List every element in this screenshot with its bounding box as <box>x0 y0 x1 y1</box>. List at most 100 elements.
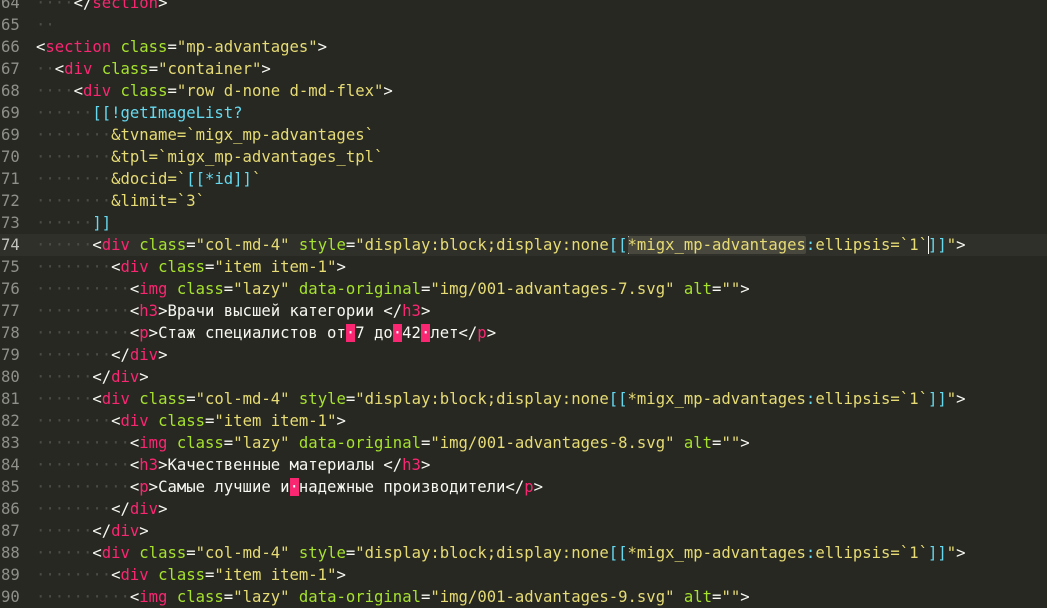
line-content[interactable]: ········<div class="item item-1"> <box>36 564 346 586</box>
line-content[interactable]: ········</div> <box>36 344 167 366</box>
code-line[interactable]: 64 ····</section> <box>0 0 1047 14</box>
line-content[interactable]: ··········<img class="lazy" data-origina… <box>36 432 750 454</box>
line-number[interactable]: 79 <box>0 344 23 366</box>
punctuation: < <box>92 236 102 254</box>
line-number[interactable]: 82 <box>0 410 23 432</box>
line-content[interactable]: ········&tvname=`migx_mp-advantages` <box>36 124 374 146</box>
code-line[interactable]: 79 ········</div> <box>0 344 1047 366</box>
line-content[interactable]: <section class="mp-advantages"> <box>36 36 327 58</box>
code-line[interactable]: 74 ······<div class="col-md-4" style="dis… <box>0 234 1047 256</box>
line-content[interactable]: ······</div> <box>36 366 149 388</box>
attribute-name: alt <box>683 280 713 298</box>
line-number[interactable]: 69 <box>0 102 23 124</box>
line-content[interactable]: ······</div> <box>36 520 149 542</box>
code-line[interactable]: 65 ·· <box>0 14 1047 36</box>
indent-guide: ·········· <box>36 324 130 342</box>
code-line[interactable]: 85 ··········<p>Самые лучшие и·надежные п… <box>0 476 1047 498</box>
line-content[interactable]: ··········<h3>Врачи высшей категории </h… <box>36 300 430 322</box>
code-line[interactable]: 73 ······]] <box>0 212 1047 234</box>
line-number[interactable]: 87 <box>0 520 23 542</box>
code-line[interactable]: 68 ····<div class="row d-none d-md-flex"> <box>0 80 1047 102</box>
tag-name: div <box>120 566 149 584</box>
line-content[interactable]: ········<div class="item item-1"> <box>36 410 346 432</box>
line-content[interactable]: ······[[!getImageList? <box>36 102 243 124</box>
line-content[interactable]: ··········<p>Самые лучшие и·надежные про… <box>36 476 543 498</box>
code-line[interactable]: 83 ··········<img class="lazy" data-origi… <box>0 432 1047 454</box>
line-number[interactable]: 78 <box>0 322 23 344</box>
line-content[interactable]: ··········<img class="lazy" data-origina… <box>36 586 750 608</box>
line-number[interactable]: 67 <box>0 58 23 80</box>
code-line[interactable]: 72 ········&limit=`3` <box>0 190 1047 212</box>
line-content[interactable]: ····</section> <box>36 0 167 14</box>
indent-guide: ·· <box>36 16 55 34</box>
line-number[interactable]: 74 <box>0 234 23 256</box>
code-line[interactable]: 87 ······</div> <box>0 520 1047 542</box>
line-content[interactable]: ··<div class="container"> <box>36 58 271 80</box>
line-number[interactable]: 70 <box>0 146 23 168</box>
code-line[interactable]: 66 <section class="mp-advantages"> <box>0 36 1047 58</box>
line-content[interactable]: ······<div class="col-md-4" style="displ… <box>36 388 966 410</box>
code-line[interactable]: 82 ········<div class="item item-1"> <box>0 410 1047 432</box>
line-number[interactable]: 66 <box>0 36 23 58</box>
line-number[interactable]: 84 <box>0 454 23 476</box>
line-number[interactable]: 89 <box>0 564 23 586</box>
line-number[interactable]: 73 <box>0 212 23 234</box>
text <box>290 280 299 298</box>
line-content[interactable]: ··········<h3>Качественные материалы </h… <box>36 454 430 476</box>
line-content[interactable]: ··········<img class="lazy" data-origina… <box>36 278 750 300</box>
line-number[interactable]: 76 <box>0 278 23 300</box>
line-content[interactable]: ······<div class="col-md-4" style="displ… <box>36 542 966 564</box>
line-content[interactable]: ········&tpl=`migx_mp-advantages_tpl` <box>36 146 383 168</box>
tag-name: section <box>45 38 112 56</box>
code-line[interactable]: 89 ········<div class="item item-1"> <box>0 564 1047 586</box>
line-content[interactable]: ······]] <box>36 212 111 234</box>
line-number[interactable]: 90 <box>0 586 23 608</box>
tag-name: h3 <box>402 456 421 474</box>
line-content[interactable]: ········<div class="item item-1"> <box>36 256 346 278</box>
line-number[interactable]: 75 <box>0 256 23 278</box>
code-line[interactable]: 67 ··<div class="container"> <box>0 58 1047 80</box>
indent-guide: ········ <box>36 126 112 144</box>
code-line[interactable]: 69 ······[[!getImageList? <box>0 102 1047 124</box>
code-line[interactable]: 75 ········<div class="item item-1"> <box>0 256 1047 278</box>
line-number[interactable]: 69 <box>0 124 23 146</box>
code-line[interactable]: 77 ··········<h3>Врачи высшей категории <… <box>0 300 1047 322</box>
line-number[interactable]: 65 <box>0 14 23 36</box>
code-line[interactable]: 80 ······</div> <box>0 366 1047 388</box>
code-line[interactable]: 70 ········&tpl=`migx_mp-advantages_tpl` <box>0 146 1047 168</box>
line-number[interactable]: 72 <box>0 190 23 212</box>
modx-tag: ]] <box>927 390 947 408</box>
code-line[interactable]: 90 ··········<img class="lazy" data-origi… <box>0 586 1047 608</box>
line-number[interactable]: 68 <box>0 80 23 102</box>
line-content[interactable]: ·· <box>36 14 55 36</box>
code-line[interactable]: 69 ········&tvname=`migx_mp-advantages` <box>0 124 1047 146</box>
code-line[interactable]: 88 ······<div class="col-md-4" style="dis… <box>0 542 1047 564</box>
line-number[interactable]: 71 <box>0 168 23 190</box>
code-line[interactable]: 86 ········</div> <box>0 498 1047 520</box>
code-line[interactable]: 84 ··········<h3>Качественные материалы <… <box>0 454 1047 476</box>
line-number[interactable]: 83 <box>0 432 23 454</box>
punctuation: = <box>148 60 159 78</box>
line-content[interactable]: ········</div> <box>36 498 167 520</box>
line-number[interactable]: 86 <box>0 498 23 520</box>
code-line[interactable]: 78 ··········<p>Стаж специалистов от·7 до… <box>0 322 1047 344</box>
line-content[interactable]: ··········<p>Стаж специалистов от·7 до·4… <box>36 322 496 344</box>
code-line[interactable]: 81 ······<div class="col-md-4" style="dis… <box>0 388 1047 410</box>
line-number[interactable]: 81 <box>0 388 23 410</box>
line-content[interactable]: ····<div class="row d-none d-md-flex"> <box>36 80 393 102</box>
punctuation: = <box>186 544 196 562</box>
indent-guide: ········ <box>36 148 112 166</box>
line-number[interactable]: 64 <box>0 0 23 14</box>
code-line[interactable]: 76 ··········<img class="lazy" data-origi… <box>0 278 1047 300</box>
indent-guide: ········ <box>36 412 112 430</box>
punctuation: </ <box>111 500 130 518</box>
code-editor[interactable]: 64 ····</section> 65 ·· 66 <section class="mp… <box>0 0 1047 608</box>
line-content[interactable]: ········&limit=`3` <box>36 190 205 212</box>
line-number[interactable]: 80 <box>0 366 23 388</box>
line-number[interactable]: 88 <box>0 542 23 564</box>
line-content[interactable]: ········&docid=`[[*id]]` <box>36 168 261 190</box>
line-number[interactable]: 77 <box>0 300 23 322</box>
code-line[interactable]: 71 ········&docid=`[[*id]]` <box>0 168 1047 190</box>
line-number[interactable]: 85 <box>0 476 23 498</box>
line-content[interactable]: ······<div class="col-md-4" style="displ… <box>36 234 966 256</box>
